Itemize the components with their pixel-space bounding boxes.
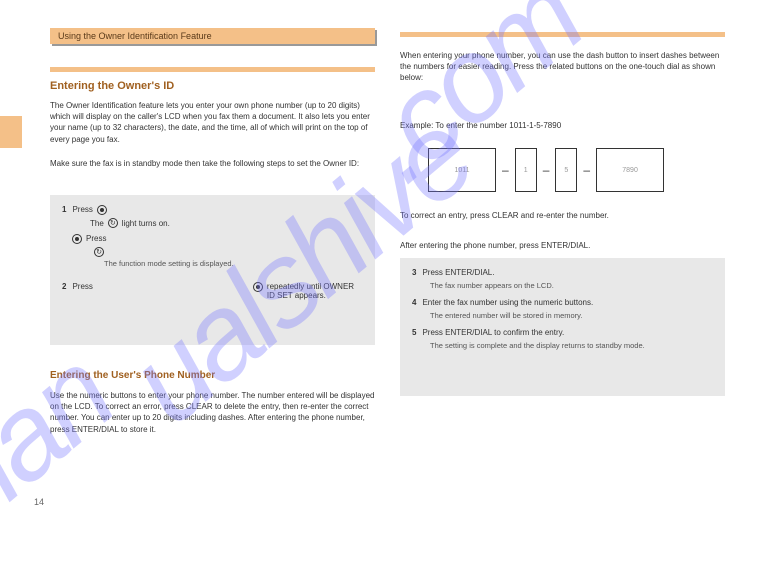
right-text-2: Example: To enter the number 1011-1-5-78… — [400, 120, 725, 131]
step-5-sub: The setting is complete and the display … — [430, 341, 713, 350]
step-4-sub: The entered number will be stored in mem… — [430, 311, 713, 320]
step-4-text: Enter the fax number using the numeric b… — [422, 298, 593, 307]
right-text-4: After entering the phone number, press E… — [400, 240, 725, 251]
watermark-part-3: man — [0, 326, 137, 572]
right-text-3: To correct an entry, press CLEAR and re-… — [400, 210, 725, 221]
rotate-icon: ↻ — [108, 218, 118, 228]
input-box-3: 5 — [555, 148, 577, 192]
steps-box-left: 1 Press The ↻ light turns on. Press ↻ Th… — [50, 195, 375, 345]
side-tab — [0, 116, 22, 148]
radio-dot-icon — [253, 282, 263, 292]
step-1b-sub: The function mode setting is displayed. — [104, 259, 363, 268]
radio-dot-icon — [97, 205, 107, 215]
radio-dot-icon — [72, 234, 82, 244]
input-box-1: 1011 — [428, 148, 496, 192]
right-text-1: When entering your phone number, you can… — [400, 50, 725, 84]
step-1b-text: Press — [86, 234, 106, 243]
step-1-num: 1 — [62, 205, 66, 214]
header-title: Using the Owner Identification Feature — [58, 31, 212, 41]
accent-bar-left — [50, 67, 375, 72]
steps-box-right: 3 Press ENTER/DIAL. The fax number appea… — [400, 258, 725, 396]
input-box-2: 1 — [515, 148, 537, 192]
input-boxes-diagram: 1011 – 1 – 5 – 7890 — [428, 148, 664, 192]
step-5-text: Press ENTER/DIAL to confirm the entry. — [422, 328, 564, 337]
dash-separator: – — [502, 163, 509, 177]
step-3-sub: The fax number appears on the LCD. — [430, 281, 713, 290]
para-left-1: The Owner Identification feature lets yo… — [50, 100, 375, 145]
step-2-after: repeatedly until OWNER ID SET appears. — [267, 282, 363, 300]
step-2-num: 2 — [62, 282, 66, 291]
step-3-num: 3 — [412, 268, 416, 277]
para-left-2: Make sure the fax is in standby mode the… — [50, 158, 375, 169]
dash-separator: – — [543, 163, 550, 177]
step-3-text: Press ENTER/DIAL. — [422, 268, 494, 277]
step-2-text: Press — [72, 282, 92, 291]
step-4-num: 4 — [412, 298, 416, 307]
input-box-4: 7890 — [596, 148, 664, 192]
section-title-left: Entering the Owner's ID — [50, 80, 174, 92]
rotate-icon: ↻ — [94, 247, 104, 257]
step-1a-after: light turns on. — [122, 219, 170, 228]
para-left-3: Use the numeric buttons to enter your ph… — [50, 390, 375, 435]
header-bar: Using the Owner Identification Feature — [50, 28, 375, 44]
step-1-text: Press — [72, 205, 92, 214]
subhead-left: Entering the User's Phone Number — [50, 370, 215, 381]
accent-bar-right — [400, 32, 725, 37]
step-5-num: 5 — [412, 328, 416, 337]
step-1a-text: The — [90, 219, 104, 228]
page-number: 14 — [34, 497, 44, 507]
dash-separator: – — [583, 163, 590, 177]
